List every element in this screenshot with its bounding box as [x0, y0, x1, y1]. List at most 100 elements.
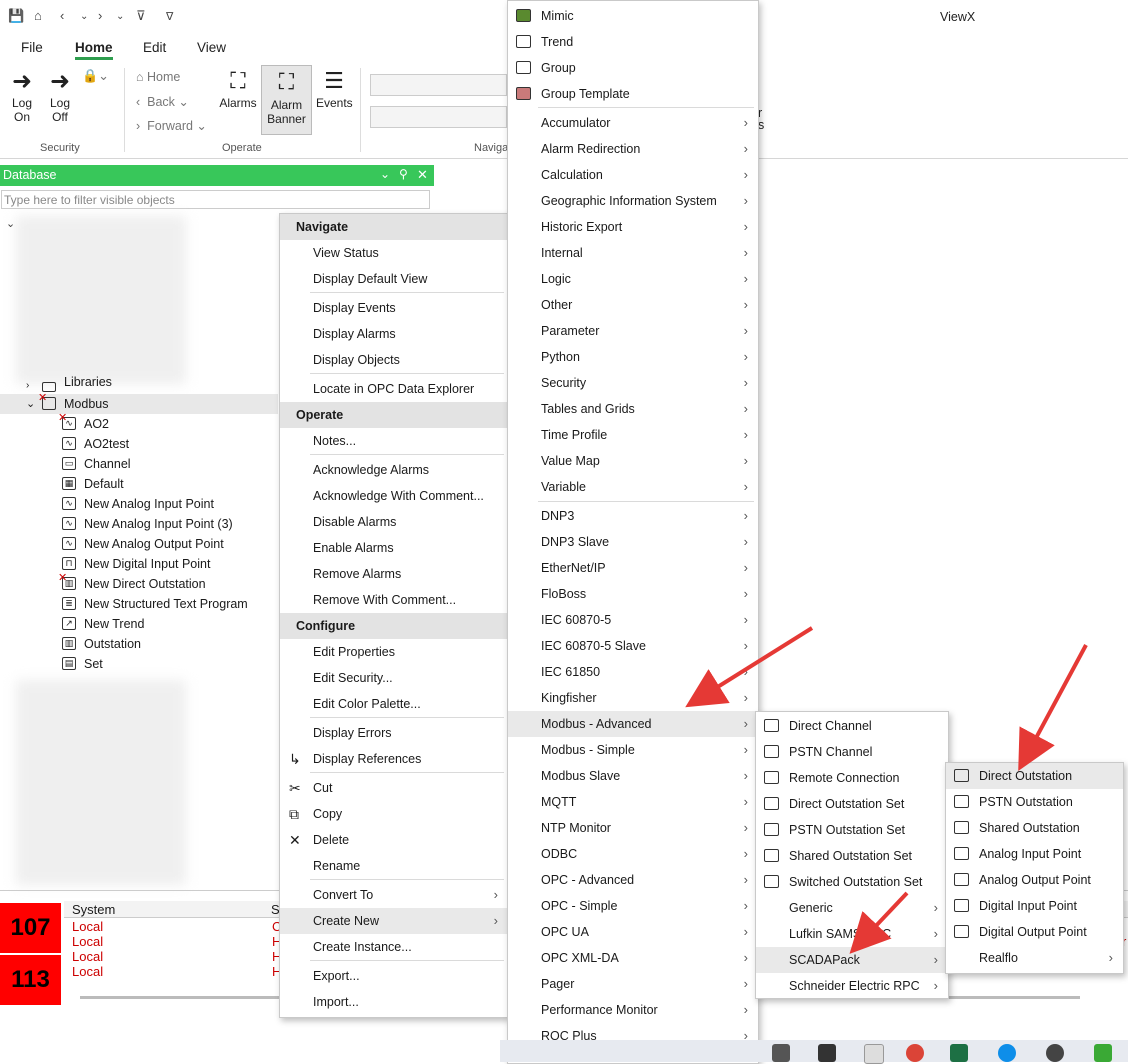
navigate-field[interactable] — [370, 74, 507, 96]
tree-item[interactable]: ⊓ New Digital Input Point — [0, 554, 278, 574]
context-menu-item[interactable]: Display Errors — [280, 720, 508, 746]
context-menu-item[interactable]: Acknowledge Alarms — [280, 457, 508, 483]
tab-edit[interactable]: Edit — [143, 40, 166, 55]
create-new-item[interactable]: NTP Monitor › — [508, 815, 758, 841]
modbus-advanced-item[interactable]: Direct Outstation Set — [756, 791, 948, 817]
create-new-item[interactable]: DNP3 › — [508, 503, 758, 529]
create-new-item[interactable]: OPC UA › — [508, 919, 758, 945]
create-new-item[interactable]: ODBC › — [508, 841, 758, 867]
log-on-button[interactable]: ➜ Log On — [6, 68, 38, 124]
excel-icon[interactable] — [950, 1044, 968, 1062]
create-new-item[interactable]: FloBoss › — [508, 581, 758, 607]
alarms-button[interactable]: ⛶ Alarms — [218, 66, 258, 110]
tree-item[interactable]: ∿ New Analog Output Point — [0, 534, 278, 554]
save-icon[interactable]: 💾 — [8, 8, 24, 24]
create-new-item[interactable]: Logic › — [508, 266, 758, 292]
tree-item[interactable]: ▦ Default — [0, 474, 278, 494]
chrome-icon[interactable] — [906, 1044, 924, 1062]
create-new-item[interactable]: IEC 61850 › — [508, 659, 758, 685]
scadapack-item[interactable]: Digital Input Point — [946, 893, 1123, 919]
alarm-count-critical[interactable]: 107 — [0, 903, 61, 953]
context-menu-item[interactable]: Edit Properties — [280, 639, 508, 665]
context-menu-item[interactable]: Acknowledge With Comment... — [280, 483, 508, 509]
scadapack-item[interactable]: PSTN Outstation — [946, 789, 1123, 815]
create-new-item[interactable]: Modbus - Simple › — [508, 737, 758, 763]
customize-icon[interactable]: ∇ — [166, 10, 173, 23]
pin-icon[interactable]: ⚲ — [399, 167, 408, 181]
scadapack-item[interactable]: Direct Outstation — [946, 763, 1123, 789]
tab-view[interactable]: View — [197, 40, 226, 55]
modbus-advanced-item[interactable]: Shared Outstation Set — [756, 843, 948, 869]
modbus-advanced-item[interactable]: SCADAPack › — [756, 947, 948, 973]
create-new-item[interactable]: Group — [508, 55, 758, 81]
chevron-right-icon[interactable]: › — [26, 376, 29, 396]
context-menu-item[interactable]: Display Alarms — [280, 321, 508, 347]
context-menu-item[interactable]: Remove Alarms — [280, 561, 508, 587]
create-new-item[interactable]: Tables and Grids › — [508, 396, 758, 422]
chevron-down-icon[interactable]: ⌄ — [80, 11, 88, 22]
alarm-row-system[interactable]: Local — [72, 934, 103, 949]
tree-item[interactable]: ▤ Set — [0, 654, 278, 674]
column-header-system[interactable]: System — [72, 902, 115, 917]
create-new-item[interactable]: Alarm Redirection › — [508, 136, 758, 162]
alarm-banner-button[interactable]: ⛶ Alarm Banner — [261, 65, 312, 135]
create-new-item[interactable]: OPC XML-DA › — [508, 945, 758, 971]
pointer-icon[interactable]: ⊽ — [136, 8, 146, 24]
context-menu-item[interactable]: Remove With Comment... — [280, 587, 508, 613]
create-new-item[interactable]: IEC 60870-5 › — [508, 607, 758, 633]
context-menu-item[interactable]: ⧉ Copy — [280, 801, 508, 827]
teamviewer-icon[interactable] — [998, 1044, 1016, 1062]
chevron-down-icon[interactable]: ⌄ — [380, 167, 390, 181]
scadapack-item[interactable]: Realflo › — [946, 945, 1123, 971]
create-new-item[interactable]: OPC - Advanced › — [508, 867, 758, 893]
create-new-item[interactable]: Modbus Slave › — [508, 763, 758, 789]
tree-item[interactable]: ⌄ ✕ Modbus — [0, 392, 278, 414]
modbus-advanced-item[interactable]: Lufkin SAMS RPC › — [756, 921, 948, 947]
tree-item[interactable]: ≣ New Structured Text Program — [0, 594, 278, 614]
alarm-row-system[interactable]: Local — [72, 949, 103, 964]
context-menu-item[interactable]: Disable Alarms — [280, 509, 508, 535]
create-new-item[interactable]: Kingfisher › — [508, 685, 758, 711]
create-new-item[interactable]: Calculation › — [508, 162, 758, 188]
context-menu-item[interactable]: Rename — [280, 853, 508, 879]
tree-item[interactable]: ▥ ✕ New Direct Outstation — [0, 572, 278, 594]
create-new-item[interactable]: Value Map › — [508, 448, 758, 474]
modbus-advanced-item[interactable]: Direct Channel — [756, 713, 948, 739]
context-menu-item[interactable]: Create New › — [280, 908, 508, 934]
create-new-item[interactable]: Modbus - Advanced › — [508, 711, 758, 737]
context-menu-item[interactable]: Display Objects — [280, 347, 508, 373]
home-icon[interactable]: ⌂ — [34, 8, 42, 23]
create-new-item[interactable]: Historic Export › — [508, 214, 758, 240]
events-button[interactable]: ☰ Events — [316, 66, 353, 110]
context-menu-item[interactable]: ✂ Cut — [280, 775, 508, 801]
create-new-item[interactable]: Pager › — [508, 971, 758, 997]
alarm-count-total[interactable]: 113 — [0, 955, 61, 1005]
modbus-advanced-item[interactable]: Switched Outstation Set — [756, 869, 948, 895]
context-menu-item[interactable]: Export... — [280, 963, 508, 989]
chevron-down-icon[interactable]: ⌄ — [116, 11, 124, 22]
app-icon[interactable] — [772, 1044, 790, 1062]
create-new-item[interactable]: Python › — [508, 344, 758, 370]
context-menu-item[interactable]: ✕ Delete — [280, 827, 508, 853]
modbus-advanced-item[interactable]: PSTN Channel — [756, 739, 948, 765]
create-new-item[interactable]: Mimic — [508, 3, 758, 29]
create-new-item[interactable]: Accumulator › — [508, 110, 758, 136]
context-menu-item[interactable]: Enable Alarms — [280, 535, 508, 561]
context-menu-item[interactable]: Edit Security... — [280, 665, 508, 691]
back-icon[interactable]: ‹ — [60, 8, 64, 23]
tree-item[interactable]: ∿ New Analog Input Point (3) — [0, 514, 278, 534]
tree-item[interactable]: ∿ New Analog Input Point — [0, 494, 278, 514]
app-icon[interactable] — [1094, 1044, 1112, 1062]
alarm-row-system[interactable]: Local — [72, 919, 103, 934]
create-new-item[interactable]: IEC 60870-5 Slave › — [508, 633, 758, 659]
create-new-item[interactable]: DNP3 Slave › — [508, 529, 758, 555]
app-icon[interactable] — [1046, 1044, 1064, 1062]
chevron-down-icon[interactable]: ⌄ — [6, 217, 15, 230]
create-new-item[interactable]: Security › — [508, 370, 758, 396]
context-menu-item[interactable]: View Status — [280, 240, 508, 266]
lock-icon[interactable]: 🔒⌄ — [82, 68, 109, 84]
create-new-item[interactable]: Variable › — [508, 474, 758, 500]
create-new-item[interactable]: EtherNet/IP › — [508, 555, 758, 581]
document-icon[interactable] — [864, 1044, 884, 1064]
calculator-icon[interactable] — [818, 1044, 836, 1062]
